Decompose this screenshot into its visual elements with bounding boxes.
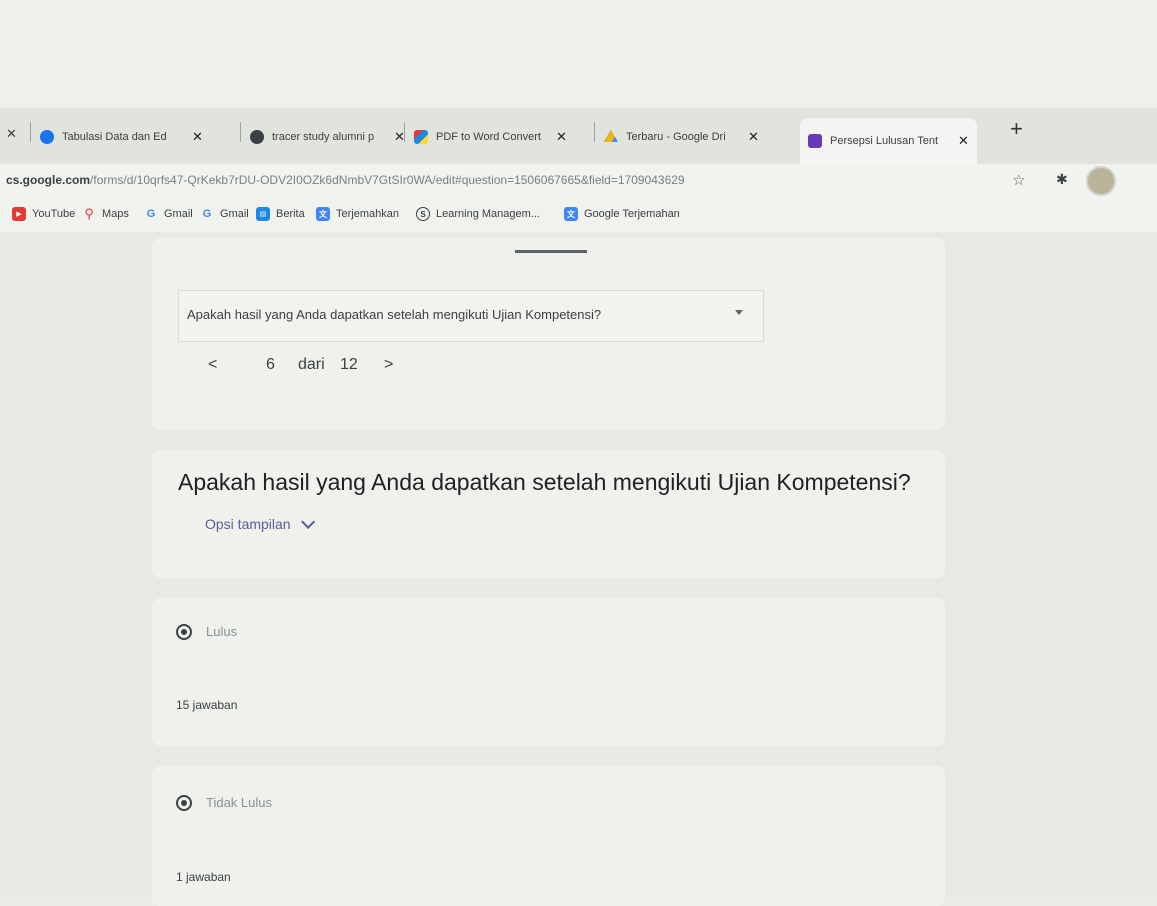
question-title: Apakah hasil yang Anda dapatkan setelah … [178,469,911,495]
dropdown-arrow-icon [735,310,743,315]
next-question-button[interactable]: > [384,356,393,374]
previous-question-button[interactable]: < [208,356,217,374]
tab-tabulasi[interactable]: Tabulasi Data dan Ed ✕ [40,120,203,154]
bookmark-star-icon[interactable]: ☆ [1012,171,1025,189]
youtube-icon: ▶ [12,207,26,221]
google-forms-blue-icon [40,130,54,144]
option-label: Lulus [206,624,238,639]
tab-separator [240,122,241,142]
google-drive-icon [604,130,618,142]
new-tab-button[interactable]: + [1010,116,1023,142]
translate-icon: 文 [564,207,578,221]
close-icon[interactable]: ✕ [192,129,203,145]
address-bar[interactable]: cs.google.com/forms/d/10qrfs47-QrKekb7rD… [0,164,1157,198]
question-select-dropdown[interactable]: Apakah hasil yang Anda dapatkan setelah … [178,290,764,342]
bookmark-berita[interactable]: ▤ Berita [256,207,305,221]
map-pin-icon: ⚲ [84,206,94,221]
page-of-label: dari [298,356,325,373]
tab-pdf-to-word[interactable]: PDF to Word Convert ✕ [414,120,567,154]
blank-area [0,0,1157,108]
bookmark-learning-management[interactable]: S Learning Managem... [416,207,540,221]
pdf-converter-icon [414,130,428,144]
answer-card-tidak-lulus [152,766,945,906]
bookmark-youtube[interactable]: ▶ YouTube [12,207,75,221]
tab-separator [404,122,405,142]
close-icon[interactable]: ✕ [748,129,759,145]
answer-card-lulus [152,598,945,746]
tab-separator [594,122,595,142]
url-text[interactable]: cs.google.com/forms/d/10qrfs47-QrKekb7rD… [6,173,685,187]
page-total: 12 [340,356,358,373]
tab-google-drive[interactable]: Terbaru - Google Dri ✕ [604,120,759,154]
bookmarks-bar: ▶ YouTube ⚲ Maps G Gmail G Gmail ▤ Berit… [0,198,1157,233]
tab-tracer-study[interactable]: tracer study alumni p ✕ [250,120,405,154]
page-current: 6 [266,356,275,373]
close-icon[interactable]: ✕ [556,129,567,145]
active-tab-indicator [515,250,587,253]
option-label: Tidak Lulus [206,795,272,810]
bookmark-gmail-2[interactable]: G Gmail [200,207,249,221]
tab-persepsi-lulusan[interactable]: Persepsi Lulusan Tent ✕ [800,118,977,164]
radio-selected-icon [176,624,192,640]
display-options-button[interactable]: Opsi tampilan [205,514,315,532]
tab-strip: ✕ Tabulasi Data dan Ed ✕ tracer study al… [0,108,1157,164]
close-icon[interactable]: ✕ [958,133,969,149]
bookmark-terjemahkan[interactable]: 文 Terjemahkan [316,207,399,221]
bookmark-google-terjemahan[interactable]: 文 Google Terjemahan [564,207,680,221]
extensions-puzzle-icon[interactable]: ✱ [1056,171,1068,188]
bookmark-gmail[interactable]: G Gmail [144,207,193,221]
close-icon[interactable]: ✕ [6,126,17,142]
tab-separator [30,122,31,142]
translate-icon: 文 [316,207,330,221]
globe-icon [250,130,264,144]
response-count: 15 jawaban [176,698,238,712]
google-g-icon: G [146,208,156,220]
radio-selected-icon [176,795,192,811]
profile-avatar[interactable] [1086,166,1116,196]
response-count: 1 jawaban [176,870,231,884]
bookmark-maps[interactable]: ⚲ Maps [82,206,129,221]
learning-s-icon: S [416,207,430,221]
google-g-icon: G [202,208,212,220]
news-icon: ▤ [256,207,270,221]
google-forms-icon [808,134,822,148]
